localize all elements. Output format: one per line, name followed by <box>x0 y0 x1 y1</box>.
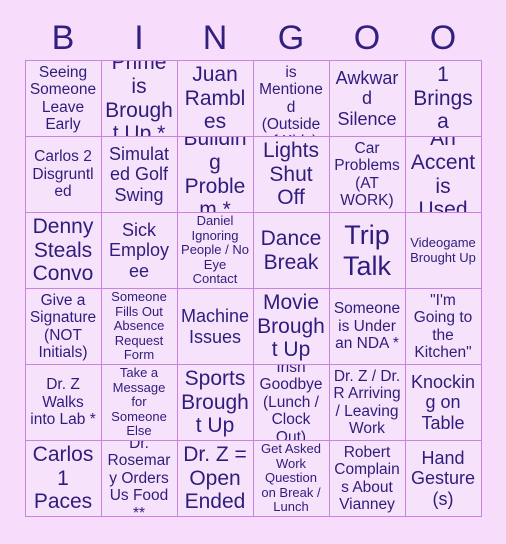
bingo-grid: Seeing Someone Leave Early Prime is Broug… <box>24 60 482 517</box>
bingo-cell-label: Dr. Z / Dr. R Arriving / Leaving Work <box>333 367 401 437</box>
bingo-cell-label: Amanda is Mentioned (Outside of Kids) <box>259 61 323 136</box>
bingo-board: B I N G O O Seeing Someone Leave Early Prime i… <box>0 0 506 544</box>
bingo-cell[interactable]: Trip Talk <box>329 213 406 289</box>
bingo-cell[interactable]: Amanda is Mentioned (Outside of Kids) <box>253 61 330 137</box>
bingo-cell[interactable]: Lights Shut Off <box>253 137 330 213</box>
bingo-cell-label: Carlos 1 Paces <box>32 443 94 514</box>
bingo-cell[interactable]: Prime is Brought Up * <box>101 61 178 137</box>
bingo-cell[interactable]: "I'm Going to the Kitchen" <box>405 289 482 365</box>
bingo-cell[interactable]: An Accent is Used <box>405 137 482 213</box>
bingo-cell[interactable]: Someone is Under an NDA * <box>329 289 406 365</box>
bingo-cell[interactable]: Knocking on Table <box>405 365 482 441</box>
bingo-cell-label: Sports Brought Up <box>181 367 249 438</box>
bingo-cell[interactable]: Hand Gesture(s) <box>405 441 482 517</box>
bingo-cell-label: Movie Brought Up <box>257 291 325 362</box>
bingo-cell[interactable]: Give a Signature (NOT Initials) <box>25 289 102 365</box>
bingo-cell[interactable]: Car Problems (AT WORK) <box>329 137 406 213</box>
bingo-cell-label: Videogame Brought Up <box>410 234 476 265</box>
bingo-cell-label: Get Asked Work Question on Break / Lunch <box>261 441 321 515</box>
bingo-cell[interactable]: Carlos 1 Paces <box>25 441 102 517</box>
bingo-cell-label: Dr. Rosemary Orders Us Food ** <box>107 441 171 517</box>
bingo-cell-label: Irish Goodbye (Lunch / Clock Out) <box>259 365 323 441</box>
bingo-cell[interactable]: Dance Break <box>253 213 330 289</box>
bingo-cell[interactable]: Irish Goodbye (Lunch / Clock Out) <box>253 365 330 441</box>
bingo-cell-label: Give a Signature (NOT Initials) <box>29 291 97 361</box>
bingo-header-letter-2: N <box>202 19 228 57</box>
bingo-cell-label: Knocking on Table <box>410 372 476 433</box>
bingo-cell[interactable]: Movie Brought Up <box>253 289 330 365</box>
bingo-cell-label: "I'm Going to the Kitchen" <box>413 291 473 361</box>
bingo-cell-label: Dr. Z Walks into Lab * <box>30 376 96 429</box>
bingo-cell-label: Seeing Someone Leave Early <box>29 63 97 133</box>
bingo-cell[interactable]: Sports Brought Up <box>177 365 254 441</box>
bingo-cell[interactable]: Dr. Z / Dr. R Arriving / Leaving Work <box>329 365 406 441</box>
bingo-cell-label: Denny Steals Convo <box>32 215 94 286</box>
bingo-cell[interactable]: Machine Issues <box>177 289 254 365</box>
bingo-cell[interactable]: Denny Steals Convo <box>25 213 102 289</box>
bingo-header-letter-3: G <box>277 19 305 57</box>
bingo-cell[interactable]: Get Asked Work Question on Break / Lunch <box>253 441 330 517</box>
bingo-cell[interactable]: Dr. Z = Open Ended <box>177 441 254 517</box>
bingo-cell-label: Robert Complains About Vianney <box>334 443 400 513</box>
bingo-cell-label: Carlos 1 Brings a Snack <box>413 61 474 136</box>
bingo-cell-label: Building Problem * <box>183 137 247 213</box>
bingo-cell[interactable]: Simulated Golf Swing <box>101 137 178 213</box>
bingo-cell[interactable]: Someone Fills Out Absence Request Form <box>101 289 178 365</box>
bingo-cell-label: Simulated Golf Swing <box>108 144 170 205</box>
bingo-cell-label: Juan Rambles <box>184 63 246 134</box>
bingo-cell-label: Take a Message for Someone Else <box>111 365 167 439</box>
bingo-cell-label: Hand Gesture(s) <box>410 448 476 509</box>
bingo-cell[interactable]: Seeing Someone Leave Early <box>25 61 102 137</box>
bingo-cell[interactable]: Robert Complains About Vianney <box>329 441 406 517</box>
bingo-cell-label: Daniel Ignoring People / No Eye Contact <box>181 213 249 287</box>
bingo-header-letter-0: B <box>51 19 75 57</box>
bingo-cell-label: Sick Employee <box>108 220 170 281</box>
bingo-cell-label: Awkward Silence <box>335 68 399 129</box>
bingo-cell[interactable]: Juan Rambles <box>177 61 254 137</box>
bingo-cell[interactable]: Dr. Rosemary Orders Us Food ** <box>101 441 178 517</box>
bingo-cell-label: Prime is Brought Up * <box>105 61 173 137</box>
bingo-cell-label: Dr. Z = Open Ended <box>183 443 247 514</box>
bingo-cell-label: Dance Break <box>260 226 322 274</box>
bingo-cell[interactable]: Carlos 2 Disgruntled <box>25 137 102 213</box>
bingo-header-letters: BINGOO <box>25 0 481 60</box>
bingo-header-letter-5: O <box>429 19 457 57</box>
bingo-cell-label: Someone Fills Out Absence Request Form <box>111 289 167 363</box>
bingo-header-letter-4: O <box>353 19 381 57</box>
bingo-cell[interactable]: Carlos 1 Brings a Snack <box>405 61 482 137</box>
bingo-cell-label: Carlos 2 Disgruntled <box>32 148 94 201</box>
bingo-cell[interactable]: Videogame Brought Up <box>405 213 482 289</box>
bingo-cell[interactable]: Dr. Z Walks into Lab * <box>25 365 102 441</box>
bingo-cell-label: Trip Talk <box>342 220 391 281</box>
bingo-cell-label: Car Problems (AT WORK) <box>334 139 400 209</box>
bingo-header-letter-1: I <box>134 19 144 57</box>
bingo-cell[interactable]: Building Problem * <box>177 137 254 213</box>
bingo-cell-label: Machine Issues <box>180 306 250 347</box>
bingo-cell-label: Someone is Under an NDA * <box>333 300 401 353</box>
bingo-cell[interactable]: Take a Message for Someone Else <box>101 365 178 441</box>
bingo-cell-label: An Accent is Used <box>410 137 476 213</box>
bingo-cell[interactable]: Sick Employee <box>101 213 178 289</box>
bingo-cell[interactable]: Awkward Silence <box>329 61 406 137</box>
bingo-cell-label: Lights Shut Off <box>262 139 320 210</box>
bingo-cell[interactable]: Daniel Ignoring People / No Eye Contact <box>177 213 254 289</box>
